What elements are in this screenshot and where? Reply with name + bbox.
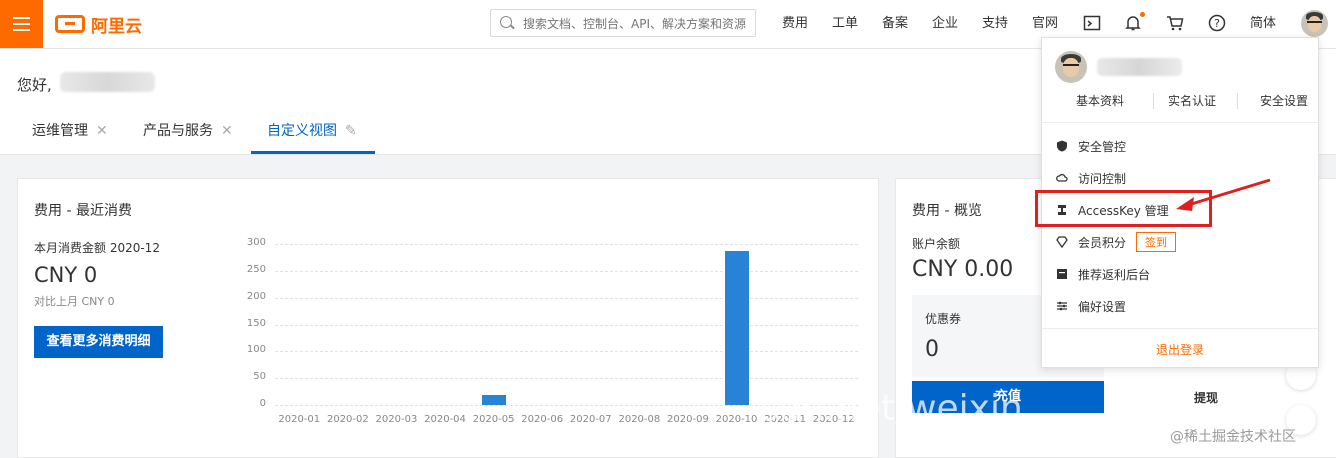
x-tick-label: 2020-09 — [667, 414, 709, 425]
gridline — [275, 378, 858, 380]
menu-item-label: 会员积分 — [1078, 235, 1127, 250]
card-title: 费用 - 最近消费 — [34, 203, 132, 219]
menu-item-security-control[interactable]: 安全管控 — [1056, 136, 1126, 156]
withdraw-button[interactable]: 提现 — [1194, 389, 1218, 406]
tab-operations[interactable]: 运维管理 ✕ — [32, 108, 108, 154]
realname-link[interactable]: 实名认证 — [1168, 92, 1216, 109]
month-label: 本月消费金额 2020-12 — [34, 241, 160, 255]
divider — [1153, 93, 1154, 109]
x-tick-label: 2020-02 — [326, 414, 369, 425]
coupon-value: 0 — [925, 337, 939, 362]
menu-item-label: 推荐返利后台 — [1078, 267, 1151, 282]
watermark-community: @稀土掘金技术社区 — [1170, 429, 1296, 445]
edit-icon[interactable]: ✎ — [345, 123, 357, 139]
divider — [1042, 122, 1318, 123]
month-amount: CNY 0 — [34, 263, 98, 287]
hamburger-menu-icon[interactable] — [0, 0, 43, 48]
bar[interactable] — [481, 395, 506, 405]
balance-label: 账户余额 — [912, 237, 961, 251]
x-tick-label: 2020-01 — [278, 414, 321, 425]
gridline — [275, 351, 858, 353]
sliders-icon — [1057, 301, 1067, 311]
bell-icon[interactable] — [1124, 12, 1145, 32]
menu-item-member-points[interactable]: 会员积分 签到 — [1056, 232, 1177, 252]
divider — [1237, 93, 1238, 109]
watermark-url: sdn.net/weixin_ — [760, 388, 1041, 429]
menu-item-label: 安全管控 — [1078, 139, 1127, 154]
x-tick-label: 2020-03 — [375, 414, 418, 425]
close-icon[interactable]: ✕ — [221, 123, 233, 139]
user-avatar[interactable] — [1301, 10, 1328, 37]
gridline — [275, 244, 858, 246]
annotation-arrow — [1176, 178, 1271, 211]
svg-text:?: ? — [1214, 17, 1220, 30]
help-icon[interactable]: ? — [1208, 14, 1226, 32]
bar[interactable] — [724, 250, 749, 405]
gridline — [275, 324, 858, 327]
tab-custom-view[interactable]: 自定义视图 ✎ — [267, 108, 357, 154]
menu-item-referral[interactable]: 推荐返利后台 — [1056, 264, 1150, 284]
tab-label: 产品与服务 — [143, 123, 213, 139]
search-input[interactable] — [521, 14, 750, 34]
logo-text: 阿里云 — [91, 16, 142, 37]
masked-username — [60, 72, 155, 92]
nav-billing[interactable]: 费用 — [782, 0, 808, 48]
y-tick-label: 300 — [246, 237, 266, 248]
more-details-button[interactable]: 查看更多消费明细 — [34, 326, 163, 358]
x-tick-label: 2020-10 — [715, 414, 758, 425]
y-tick-label: 200 — [246, 290, 266, 302]
x-tick-label: 2020-06 — [521, 414, 564, 425]
aliyun-logo[interactable]: 阿里云 — [55, 12, 142, 37]
logout-button[interactable]: 退出登录 — [1042, 341, 1318, 358]
logo-mark-icon — [55, 15, 85, 33]
greeting-text: 您好, — [17, 76, 52, 94]
card-title: 费用 - 概览 — [912, 203, 982, 219]
x-tick-label: 2020-08 — [618, 414, 661, 425]
profile-link[interactable]: 基本资料 — [1076, 92, 1124, 109]
y-tick-label: 150 — [246, 317, 266, 329]
shield-icon — [1057, 140, 1067, 152]
diamond-icon — [1056, 236, 1068, 248]
menu-item-access-control[interactable]: 访问控制 — [1056, 168, 1126, 188]
tab-label: 自定义视图 — [267, 123, 337, 139]
masked-username — [1097, 58, 1182, 76]
nav-ticket[interactable]: 工单 — [832, 0, 858, 48]
y-tick-label: 50 — [253, 371, 266, 383]
y-tick-label: 250 — [246, 263, 266, 275]
coupon-label: 优惠券 — [925, 312, 962, 326]
search-icon — [500, 16, 512, 28]
y-tick-label: 100 — [246, 344, 266, 356]
menu-item-label: 访问控制 — [1078, 171, 1127, 186]
cart-icon[interactable] — [1166, 14, 1184, 32]
nav-filing[interactable]: 备案 — [882, 0, 908, 48]
tab-products[interactable]: 产品与服务 ✕ — [143, 108, 233, 154]
tab-label: 运维管理 — [32, 123, 88, 139]
menu-item-preferences[interactable]: 偏好设置 — [1056, 296, 1126, 316]
terminal-icon[interactable] — [1083, 14, 1101, 32]
security-settings-link[interactable]: 安全设置 — [1260, 92, 1308, 109]
gridline — [275, 297, 858, 300]
cloud-icon — [1056, 173, 1068, 182]
x-tick-label: 2020-05 — [472, 414, 515, 425]
notification-dot — [1140, 12, 1145, 17]
gift-icon — [1057, 269, 1067, 279]
y-tick-label: 0 — [259, 398, 266, 409]
balance-value: CNY 0.00 — [912, 257, 1014, 282]
compare-text: 对比上月 CNY 0 — [34, 295, 115, 308]
x-tick-label: 2020-04 — [424, 414, 466, 425]
active-tab-indicator — [251, 151, 375, 154]
nav-support[interactable]: 支持 — [982, 0, 1008, 48]
divider — [1042, 328, 1318, 329]
search-box[interactable] — [490, 9, 756, 37]
dropdown-avatar — [1055, 51, 1087, 83]
x-tick-label: 2020-07 — [569, 414, 612, 425]
close-icon[interactable]: ✕ — [96, 123, 108, 139]
signin-badge[interactable]: 签到 — [1136, 232, 1177, 252]
gridline — [275, 270, 858, 273]
nav-enterprise[interactable]: 企业 — [932, 0, 958, 48]
menu-item-label: 偏好设置 — [1078, 299, 1127, 314]
